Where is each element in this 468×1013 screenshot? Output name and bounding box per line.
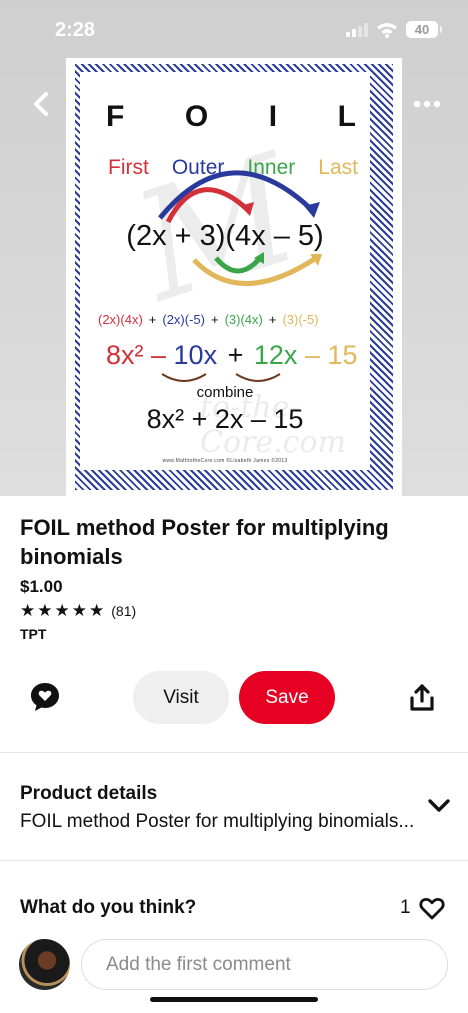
- star-icon: ★: [37, 601, 53, 620]
- share-button[interactable]: [406, 682, 438, 714]
- poster-content: M to-the-Core.com F O I L First Outer In…: [80, 72, 370, 470]
- pin-image[interactable]: M to-the-Core.com F O I L First Outer In…: [66, 58, 402, 496]
- status-bar: 2:28 40: [0, 0, 468, 58]
- combine-bracket-right: [235, 373, 281, 382]
- comment-input[interactable]: [81, 939, 448, 990]
- heart-icon: [419, 898, 445, 920]
- avatar[interactable]: [19, 939, 70, 990]
- result-expression: 8x² + 2x – 15: [146, 404, 304, 434]
- pin-price: $1.00: [20, 577, 63, 596]
- battery-icon: 40: [406, 21, 442, 38]
- status-icons: 40: [346, 21, 442, 38]
- like-count: 1: [400, 897, 411, 918]
- home-indicator[interactable]: [150, 997, 318, 1002]
- combine-brackets: [161, 373, 281, 382]
- star-icon: ★: [71, 601, 87, 620]
- star-icon: ★: [54, 601, 70, 620]
- divider: [0, 860, 468, 861]
- poster-credit: www.MathtotheCore.com ©Lisabeth James ©2…: [162, 458, 288, 464]
- save-button[interactable]: Save: [239, 671, 335, 724]
- star-icon: ★: [89, 601, 105, 620]
- comments-prompt: What do you think?: [20, 897, 197, 918]
- product-details-description: FOIL method Poster for multiplying binom…: [20, 811, 415, 832]
- combine-bracket-left: [161, 373, 207, 382]
- star-icon: ★: [20, 601, 36, 620]
- chevron-down-icon: [428, 799, 450, 812]
- ellipsis-icon: [413, 100, 441, 108]
- pin-image-area: M to-the-Core.com F O I L First Outer In…: [0, 0, 468, 496]
- divider: [0, 752, 468, 753]
- more-options-button[interactable]: [410, 92, 444, 116]
- status-time: 2:28: [55, 19, 96, 41]
- share-icon: [410, 684, 434, 711]
- rating-count: (81): [111, 603, 137, 619]
- signal-icon: [346, 22, 368, 37]
- product-details-heading: Product details: [20, 783, 158, 804]
- chat-heart-icon: [31, 683, 59, 711]
- like-button[interactable]: [418, 894, 446, 922]
- visit-button[interactable]: Visit: [133, 671, 229, 724]
- wifi-icon: [377, 22, 397, 38]
- comment-button[interactable]: [28, 680, 62, 714]
- pin-title: FOIL method Poster for multiplying binom…: [20, 515, 389, 569]
- expand-details-button[interactable]: [426, 796, 452, 816]
- store-name[interactable]: TPT: [20, 626, 46, 642]
- rating[interactable]: ★ ★ ★ ★ ★ (81): [20, 602, 136, 620]
- chevron-left-icon: [34, 92, 48, 116]
- combine-label: combine: [196, 384, 254, 401]
- back-button[interactable]: [26, 88, 58, 120]
